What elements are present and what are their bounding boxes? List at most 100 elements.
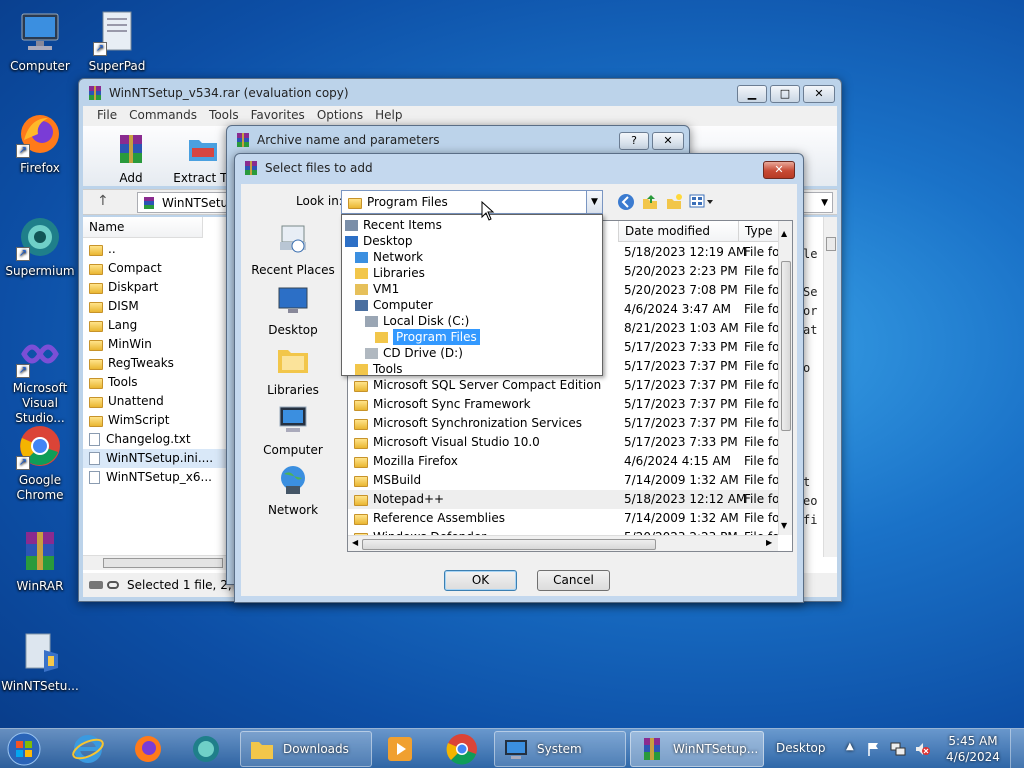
- list-item[interactable]: Reference Assemblies 7/14/2009 1:32 AM Fil…: [348, 509, 778, 528]
- place-desktop[interactable]: Desktop: [241, 284, 345, 344]
- preview-text-fragment: o: [803, 361, 811, 375]
- location-icon: [355, 251, 368, 263]
- taskbar-firefox[interactable]: [126, 731, 172, 767]
- file-row[interactable]: Diskpart: [83, 278, 233, 297]
- dropdown-item[interactable]: Computer: [342, 297, 602, 313]
- file-row[interactable]: Unattend: [83, 392, 233, 411]
- vertical-scrollbar[interactable]: ▲ ▼: [778, 221, 792, 535]
- chevron-down-icon[interactable]: ▼: [586, 191, 602, 213]
- file-row[interactable]: WinNTSetup.ini....: [83, 449, 233, 468]
- minimize-button[interactable]: ▁: [737, 85, 767, 103]
- horizontal-scrollbar[interactable]: [83, 555, 233, 570]
- desktop-icon-firefox[interactable]: ↗ Firefox: [0, 110, 80, 176]
- ok-button[interactable]: OK: [444, 570, 517, 591]
- show-desktop-button[interactable]: [1010, 729, 1024, 768]
- list-item[interactable]: Microsoft SQL Server Compact Edition 5/17…: [348, 376, 778, 395]
- dropdown-item[interactable]: Libraries: [342, 265, 602, 281]
- add-button[interactable]: Add: [99, 126, 163, 185]
- file-row[interactable]: Lang: [83, 316, 233, 335]
- menu-favorites[interactable]: Favorites: [245, 106, 311, 126]
- close-button[interactable]: ✕: [652, 132, 684, 150]
- look-in-combo[interactable]: Program Files ▼: [341, 190, 603, 214]
- preview-text-fragment: eo: [803, 494, 818, 508]
- up-arrow-icon[interactable]: ↑: [97, 193, 109, 209]
- cancel-button[interactable]: Cancel: [537, 570, 610, 591]
- file-row[interactable]: MinWin: [83, 335, 233, 354]
- file-row[interactable]: RegTweaks: [83, 354, 233, 373]
- file-row[interactable]: DISM: [83, 297, 233, 316]
- place-network[interactable]: Network: [241, 464, 345, 524]
- desktop-toolbar[interactable]: Desktop: [776, 741, 826, 761]
- place-libraries[interactable]: Libraries: [241, 344, 345, 404]
- desktop-icon-visual-studio[interactable]: ↗ Microsoft Visual Studio...: [0, 330, 80, 426]
- column-header-type[interactable]: Type: [738, 221, 778, 242]
- desktop-icon-computer[interactable]: Computer: [0, 8, 80, 74]
- horizontal-scrollbar[interactable]: ◀ ▶: [348, 535, 778, 551]
- item-date: 5/17/2023 7:37 PM: [624, 378, 738, 392]
- list-item[interactable]: Microsoft Synchronization Services 5/17/2…: [348, 414, 778, 433]
- clock[interactable]: 5:45 AM 4/6/2024: [944, 733, 1002, 768]
- list-item[interactable]: MSBuild 7/14/2009 1:32 AM File fol: [348, 471, 778, 490]
- list-item[interactable]: Microsoft Visual Studio 10.0 5/17/2023 7:…: [348, 433, 778, 452]
- dropdown-item[interactable]: Network: [342, 249, 602, 265]
- file-row[interactable]: Changelog.txt: [83, 430, 233, 449]
- show-hidden-icons[interactable]: ▲: [846, 741, 854, 768]
- file-name: Diskpart: [108, 280, 159, 294]
- taskbar-ie[interactable]: [66, 731, 112, 767]
- file-row[interactable]: Compact: [83, 259, 233, 278]
- desktop-icon-winrar[interactable]: WinRAR: [0, 528, 80, 594]
- menu-options[interactable]: Options: [311, 106, 369, 126]
- start-button[interactable]: [4, 731, 48, 767]
- close-button[interactable]: ✕: [803, 85, 835, 103]
- action-center-flag-icon[interactable]: [866, 741, 882, 757]
- new-folder-icon[interactable]: [665, 193, 683, 211]
- place-recent-places[interactable]: Recent Places: [241, 224, 345, 284]
- maximize-button[interactable]: □: [770, 85, 800, 103]
- volume-muted-icon[interactable]: [914, 741, 930, 757]
- dropdown-item[interactable]: CD Drive (D:): [342, 345, 602, 361]
- file-row[interactable]: Tools: [83, 373, 233, 392]
- list-item[interactable]: Microsoft Sync Framework 5/17/2023 7:37 P…: [348, 395, 778, 414]
- supermium-icon: ↗: [16, 213, 64, 261]
- back-icon[interactable]: [617, 193, 635, 211]
- desktop-icon-superpad[interactable]: ↗ SuperPad: [77, 8, 157, 74]
- desktop-icon-chrome[interactable]: ↗ Google Chrome: [0, 422, 80, 503]
- taskbar-chrome[interactable]: [440, 731, 484, 767]
- dropdown-item[interactable]: Program Files: [342, 329, 602, 345]
- file-icon: [89, 433, 100, 446]
- preview-text-fragment: fi: [803, 513, 818, 527]
- menu-tools[interactable]: Tools: [203, 106, 245, 126]
- taskbar-supermium[interactable]: [184, 731, 230, 767]
- folder-icon: [354, 438, 368, 449]
- taskbar-downloads[interactable]: Downloads: [240, 731, 372, 767]
- list-item[interactable]: Notepad++ 5/18/2023 12:12 AMFile fol: [348, 490, 778, 509]
- help-button[interactable]: ?: [619, 132, 649, 150]
- up-folder-icon[interactable]: [641, 193, 659, 211]
- column-header-name[interactable]: Name: [83, 217, 203, 238]
- menu-commands[interactable]: Commands: [123, 106, 203, 126]
- winrar-title: WinNTSetup_v534.rar (evaluation copy): [109, 86, 349, 100]
- place-computer[interactable]: Computer: [241, 404, 345, 464]
- dropdown-item[interactable]: Recent Items: [342, 217, 602, 233]
- network-tray-icon[interactable]: [890, 741, 906, 757]
- taskbar-winrar[interactable]: WinNTSetup...: [630, 731, 764, 767]
- desktop-icon-winntsetup[interactable]: WinNTSetu...: [0, 628, 80, 694]
- file-row[interactable]: WimScript: [83, 411, 233, 430]
- list-item[interactable]: Mozilla Firefox 4/6/2024 4:15 AM File fol: [348, 452, 778, 471]
- chevron-down-icon[interactable]: ▼: [821, 198, 828, 208]
- menu-help[interactable]: Help: [369, 106, 408, 126]
- menu-file[interactable]: File: [91, 106, 123, 126]
- desktop-icon-supermium[interactable]: ↗ Supermium: [0, 213, 80, 279]
- taskbar-system[interactable]: System: [494, 731, 626, 767]
- taskbar-media-player[interactable]: [380, 731, 424, 767]
- column-header-date[interactable]: Date modified: [618, 221, 738, 242]
- file-row[interactable]: ..: [83, 240, 233, 259]
- dropdown-item[interactable]: VM1: [342, 281, 602, 297]
- view-menu-icon[interactable]: [689, 193, 715, 211]
- file-row[interactable]: WinNTSetup_x6...: [83, 468, 233, 487]
- dropdown-item[interactable]: Desktop: [342, 233, 602, 249]
- dropdown-item[interactable]: Tools: [342, 361, 602, 377]
- dropdown-item[interactable]: Local Disk (C:): [342, 313, 602, 329]
- vertical-scrollbar[interactable]: [823, 217, 837, 557]
- close-button[interactable]: ✕: [763, 161, 795, 179]
